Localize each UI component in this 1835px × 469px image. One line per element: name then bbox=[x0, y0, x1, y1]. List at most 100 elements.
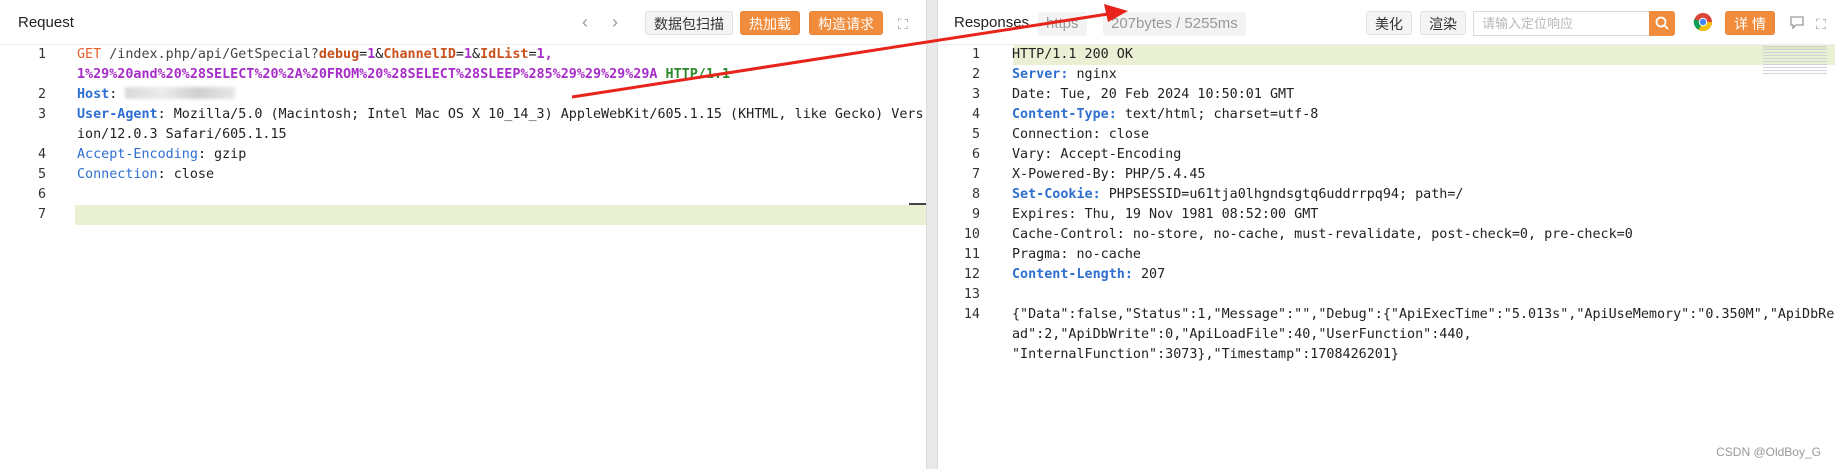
code-text: User-Agent: Mozilla/5.0 (Macintosh; Inte… bbox=[77, 105, 926, 145]
code-text: Content-Type: text/html; charset=utf-8 bbox=[1012, 105, 1835, 125]
fullscreen-icon[interactable]: ⛶ bbox=[898, 15, 908, 33]
code-token: : close bbox=[157, 167, 215, 182]
response-line: 13 bbox=[938, 285, 1835, 305]
code-token: X-Powered-By: PHP/5.4.45 bbox=[1012, 167, 1206, 182]
code-token: : bbox=[109, 87, 126, 102]
code-text: Content-Length: 207 bbox=[1012, 265, 1835, 285]
request-toolbar: Request ‹ › 数据包扫描 热加载 构造请求 ⛶ bbox=[0, 0, 926, 45]
code-text: Vary: Accept-Encoding bbox=[1012, 145, 1835, 165]
line-number: 10 bbox=[963, 227, 980, 242]
code-token: text/html; charset=utf-8 bbox=[1116, 107, 1319, 122]
code-token: HTTP/1.1 bbox=[657, 67, 731, 82]
code-text: Accept-Encoding: gzip bbox=[77, 145, 926, 165]
line-number: 5 bbox=[37, 167, 46, 182]
build-request-button[interactable]: 构造请求 bbox=[809, 11, 883, 35]
chrome-icon[interactable] bbox=[1693, 12, 1713, 37]
chevron-left-icon[interactable]: ‹ bbox=[582, 13, 588, 31]
line-number: 7 bbox=[971, 167, 980, 182]
code-token: Connection: close bbox=[1012, 127, 1150, 142]
line-number: 12 bbox=[963, 267, 980, 282]
code-token: Pragma: no-cache bbox=[1012, 247, 1141, 262]
code-token: {"Data":false,"Status":1,"Message":"","D… bbox=[1012, 307, 1835, 362]
code-token: Date: Tue, 20 Feb 2024 10:50:01 GMT bbox=[1012, 87, 1295, 102]
line-number: 13 bbox=[963, 287, 980, 302]
request-panel: Request ‹ › 数据包扫描 热加载 构造请求 ⛶ 1 GET /index… bbox=[0, 0, 927, 469]
scan-button[interactable]: 数据包扫描 bbox=[645, 11, 733, 35]
scroll-marker bbox=[909, 203, 926, 205]
line-number: 4 bbox=[37, 147, 46, 162]
line-number: 2 bbox=[37, 87, 46, 102]
response-line: 3 Date: Tue, 20 Feb 2024 10:50:01 GMT bbox=[938, 85, 1835, 105]
response-line: 11 Pragma: no-cache bbox=[938, 245, 1835, 265]
locate-response-input[interactable] bbox=[1473, 11, 1649, 36]
code-token: /index.php/api/GetSpecial? bbox=[101, 47, 319, 62]
chevron-right-icon[interactable]: › bbox=[612, 13, 618, 31]
response-line: 5 Connection: close bbox=[938, 125, 1835, 145]
response-line: 7 X-Powered-By: PHP/5.4.45 bbox=[938, 165, 1835, 185]
minimap[interactable] bbox=[1763, 46, 1827, 76]
hot-reload-button[interactable]: 热加载 bbox=[740, 11, 800, 35]
redacted-host bbox=[125, 87, 236, 99]
code-token: 207 bbox=[1132, 267, 1166, 282]
code-token: User-Agent bbox=[77, 107, 158, 122]
code-token: 1 bbox=[463, 47, 473, 62]
response-editor[interactable]: 1 HTTP/1.1 200 OK 2 Server: nginx 3 Date: Tue… bbox=[938, 45, 1835, 469]
code-token: Cache-Control: no-store, no-cache, must-… bbox=[1012, 227, 1633, 242]
response-line: 14 {"Data":false,"Status":1,"Message":"",… bbox=[938, 305, 1835, 365]
line-number: 11 bbox=[963, 247, 980, 262]
code-text: Pragma: no-cache bbox=[1012, 245, 1835, 265]
beautify-button[interactable]: 美化 bbox=[1366, 11, 1412, 35]
code-token: ChannelID bbox=[383, 47, 456, 62]
code-token: Accept-Encoding bbox=[77, 147, 198, 162]
render-button[interactable]: 渲染 bbox=[1420, 11, 1466, 35]
detail-button[interactable]: 详 情 bbox=[1725, 11, 1775, 35]
code-token: = bbox=[528, 47, 537, 62]
code-token: Server: bbox=[1012, 67, 1069, 82]
response-line: 9 Expires: Thu, 19 Nov 1981 08:52:00 GMT bbox=[938, 205, 1835, 225]
line-number: 9 bbox=[971, 207, 980, 222]
fullscreen-icon[interactable]: ⛶ bbox=[1816, 15, 1826, 33]
line-number: 6 bbox=[971, 147, 980, 162]
code-token: Expires: Thu, 19 Nov 1981 08:52:00 GMT bbox=[1012, 207, 1319, 222]
response-line: 8 Set-Cookie: PHPSESSID=u61tja0lhgndsgtq6… bbox=[938, 185, 1835, 205]
search-button[interactable] bbox=[1649, 11, 1675, 36]
code-text: Connection: close bbox=[1012, 125, 1835, 145]
code-token: : gzip bbox=[197, 147, 247, 162]
response-line: 10 Cache-Control: no-store, no-cache, mus… bbox=[938, 225, 1835, 245]
code-token: Set-Cookie: bbox=[1012, 187, 1101, 202]
request-editor[interactable]: 1 GET /index.php/api/GetSpecial?debug=1&C… bbox=[0, 45, 926, 469]
code-text: {"Data":false,"Status":1,"Message":"","D… bbox=[1012, 305, 1835, 365]
code-token: GET bbox=[77, 47, 102, 62]
request-line: 2 Host: bbox=[0, 85, 926, 105]
line-number: 5 bbox=[971, 127, 980, 142]
code-text: Connection: close bbox=[77, 165, 926, 185]
line-number: 3 bbox=[37, 107, 46, 122]
line-number: 14 bbox=[963, 307, 980, 322]
protocol-tag: https bbox=[1038, 12, 1087, 36]
line-number: 1 bbox=[971, 47, 980, 62]
request-line: 1 GET /index.php/api/GetSpecial?debug=1&C… bbox=[0, 45, 926, 85]
code-text: GET /index.php/api/GetSpecial?debug=1&Ch… bbox=[77, 45, 926, 85]
response-toolbar: Responses https 207bytes / 5255ms 美化 渲染 … bbox=[938, 0, 1835, 45]
line-number: 7 bbox=[37, 207, 46, 222]
line-number: 6 bbox=[37, 187, 46, 202]
code-text: X-Powered-By: PHP/5.4.45 bbox=[1012, 165, 1835, 185]
request-line: 5 Connection: close bbox=[0, 165, 926, 185]
code-token: Content-Type: bbox=[1012, 107, 1117, 122]
comment-icon[interactable] bbox=[1789, 15, 1805, 35]
line-number: 1 bbox=[37, 47, 46, 62]
code-token: & bbox=[472, 47, 481, 62]
code-token: Connection bbox=[77, 167, 158, 182]
response-line: 1 HTTP/1.1 200 OK bbox=[938, 45, 1835, 65]
request-line: 3 User-Agent: Mozilla/5.0 (Macintosh; Int… bbox=[0, 105, 926, 145]
code-token: IdList bbox=[480, 47, 529, 62]
line-number: 8 bbox=[971, 187, 980, 202]
response-line: 12 Content-Length: 207 bbox=[938, 265, 1835, 285]
code-text: Expires: Thu, 19 Nov 1981 08:52:00 GMT bbox=[1012, 205, 1835, 225]
search-icon bbox=[1655, 16, 1669, 30]
code-text: Date: Tue, 20 Feb 2024 10:50:01 GMT bbox=[1012, 85, 1835, 105]
code-token: PHPSESSID=u61tja0lhgndsgtq6uddrrpq94; pa… bbox=[1100, 187, 1464, 202]
request-title: Request bbox=[18, 14, 74, 31]
